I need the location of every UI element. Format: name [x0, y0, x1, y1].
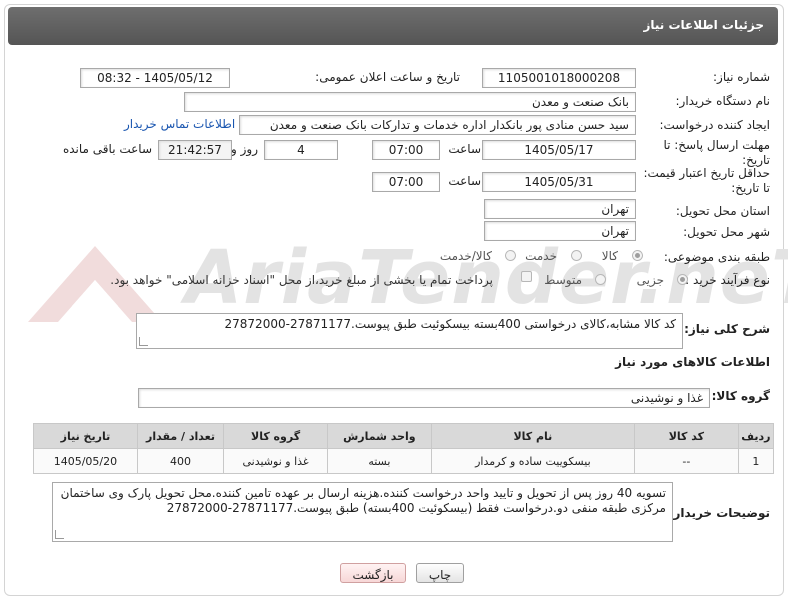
process-option-minor: جزیی [636, 273, 664, 287]
process-radio-medium[interactable] [595, 274, 606, 285]
items-table: ردیف کد کالا نام کالا واحد شمارش گروه کا… [33, 423, 775, 474]
category-radio-goods-service[interactable] [505, 250, 516, 261]
items-table-header: ردیف کد کالا نام کالا واحد شمارش گروه کا… [33, 423, 775, 449]
col-date: تاریخ نیاز [33, 423, 138, 449]
resize-grip-icon[interactable] [55, 530, 64, 539]
cell-name: بیسکوییت ساده و کرمدار [430, 448, 636, 474]
city-label: شهر محل تحویل: [683, 225, 770, 239]
province-label: استان محل تحویل: [675, 204, 770, 218]
creator-label: ایجاد کننده درخواست: [659, 118, 770, 132]
process-label: نوع فرآیند خرید : [685, 273, 770, 287]
announce-field: 1405/05/12 - 08:32 [80, 68, 230, 88]
col-row: ردیف [737, 423, 775, 449]
col-unit: واحد شمارش [326, 423, 432, 449]
deadline-label-2: تاریخ: [742, 153, 770, 167]
province-field: تهران [484, 199, 636, 219]
validity-label-1: حداقل تاریخ اعتبار قیمت: [643, 166, 770, 180]
process-radio-minor[interactable] [677, 274, 688, 285]
resize-grip-icon[interactable] [139, 337, 148, 346]
buyer-notes-textarea[interactable]: تسویه 40 روز پس از تحویل و تایید واحد در… [52, 482, 673, 542]
back-button[interactable]: بازگشت [340, 563, 406, 583]
deadline-label-1: مهلت ارسال پاسخ: تا [663, 138, 770, 152]
announce-label: تاریخ و ساعت اعلان عمومی: [315, 70, 460, 84]
col-code: کد کالا [634, 423, 739, 449]
cell-date: 1405/05/20 [33, 448, 138, 474]
goods-group-field: غذا و نوشیدنی [138, 388, 710, 408]
cell-group: غذا و نوشیدنی [223, 448, 328, 474]
cell-unit: بسته [326, 448, 432, 474]
description-label: شرح کلی نیاز: [684, 322, 770, 336]
category-radio-goods[interactable] [632, 250, 643, 261]
creator-field: سید حسن منادی پور بانکدار اداره خدمات و … [239, 115, 636, 135]
description-text: کد کالا مشابه،کالای درخواستی 400بسته بیس… [224, 317, 676, 331]
category-label: طبقه بندی موضوعی: [663, 250, 770, 264]
category-radio-service[interactable] [571, 250, 582, 261]
page-header: جزئیات اطلاعات نیاز [8, 7, 778, 45]
buyer-notes-line2: مرکزی طبقه منفی دو.درخواست فقط (بیسکوئیت… [166, 501, 666, 515]
contact-info-link[interactable]: اطلاعات تماس خریدار [124, 117, 235, 131]
col-quantity: تعداد / مقدار [136, 423, 225, 449]
treasury-checkbox[interactable] [521, 271, 532, 282]
buyer-label: نام دستگاه خریدار: [675, 94, 771, 108]
description-textarea[interactable]: کد کالا مشابه،کالای درخواستی 400بسته بیس… [136, 313, 683, 349]
remaining-time-field: 21:42:57 [158, 140, 232, 160]
goods-info-title: اطلاعات کالاهای مورد نیاز [615, 355, 770, 369]
deadline-time-label: ساعت [448, 142, 481, 156]
category-option-goods: کالا [601, 249, 618, 263]
validity-date-field: 1405/05/31 [482, 172, 636, 192]
treasury-note: پرداخت تمام یا بخشی از مبلغ خرید،از محل … [110, 273, 493, 287]
category-option-goods-service: کالا/خدمت [439, 249, 492, 263]
col-name: نام کالا [430, 423, 636, 449]
days-field: 4 [264, 140, 338, 160]
process-option-medium: متوسط [544, 273, 582, 287]
validity-time-field: 07:00 [372, 172, 440, 192]
table-row: 1 -- بیسکوییت ساده و کرمدار بسته غذا و ن… [33, 448, 775, 474]
days-label: روز و [231, 142, 258, 156]
validity-time-label: ساعت [448, 174, 481, 188]
cell-quantity: 400 [136, 448, 225, 474]
category-option-service: خدمت [525, 249, 557, 263]
cell-row: 1 [737, 448, 775, 474]
buyer-field: بانک صنعت و معدن [184, 92, 636, 112]
deadline-time-field: 07:00 [372, 140, 440, 160]
buyer-notes-line1: تسویه 40 روز پس از تحویل و تایید واحد در… [60, 486, 666, 500]
print-button[interactable]: چاپ [416, 563, 464, 583]
city-field: تهران [484, 221, 636, 241]
col-group: گروه کالا [223, 423, 328, 449]
buyer-notes-label: توضیحات خریدار: [668, 506, 770, 520]
need-number-field: 1105001018000208 [482, 68, 636, 88]
remaining-label: ساعت باقی مانده [62, 142, 152, 156]
goods-group-label: گروه کالا: [711, 389, 770, 403]
validity-label-2: تا تاریخ: [731, 181, 770, 195]
deadline-date-field: 1405/05/17 [482, 140, 636, 160]
cell-code: -- [634, 448, 739, 474]
page-title: جزئیات اطلاعات نیاز [643, 18, 764, 32]
need-number-label: شماره نیاز: [713, 70, 770, 84]
